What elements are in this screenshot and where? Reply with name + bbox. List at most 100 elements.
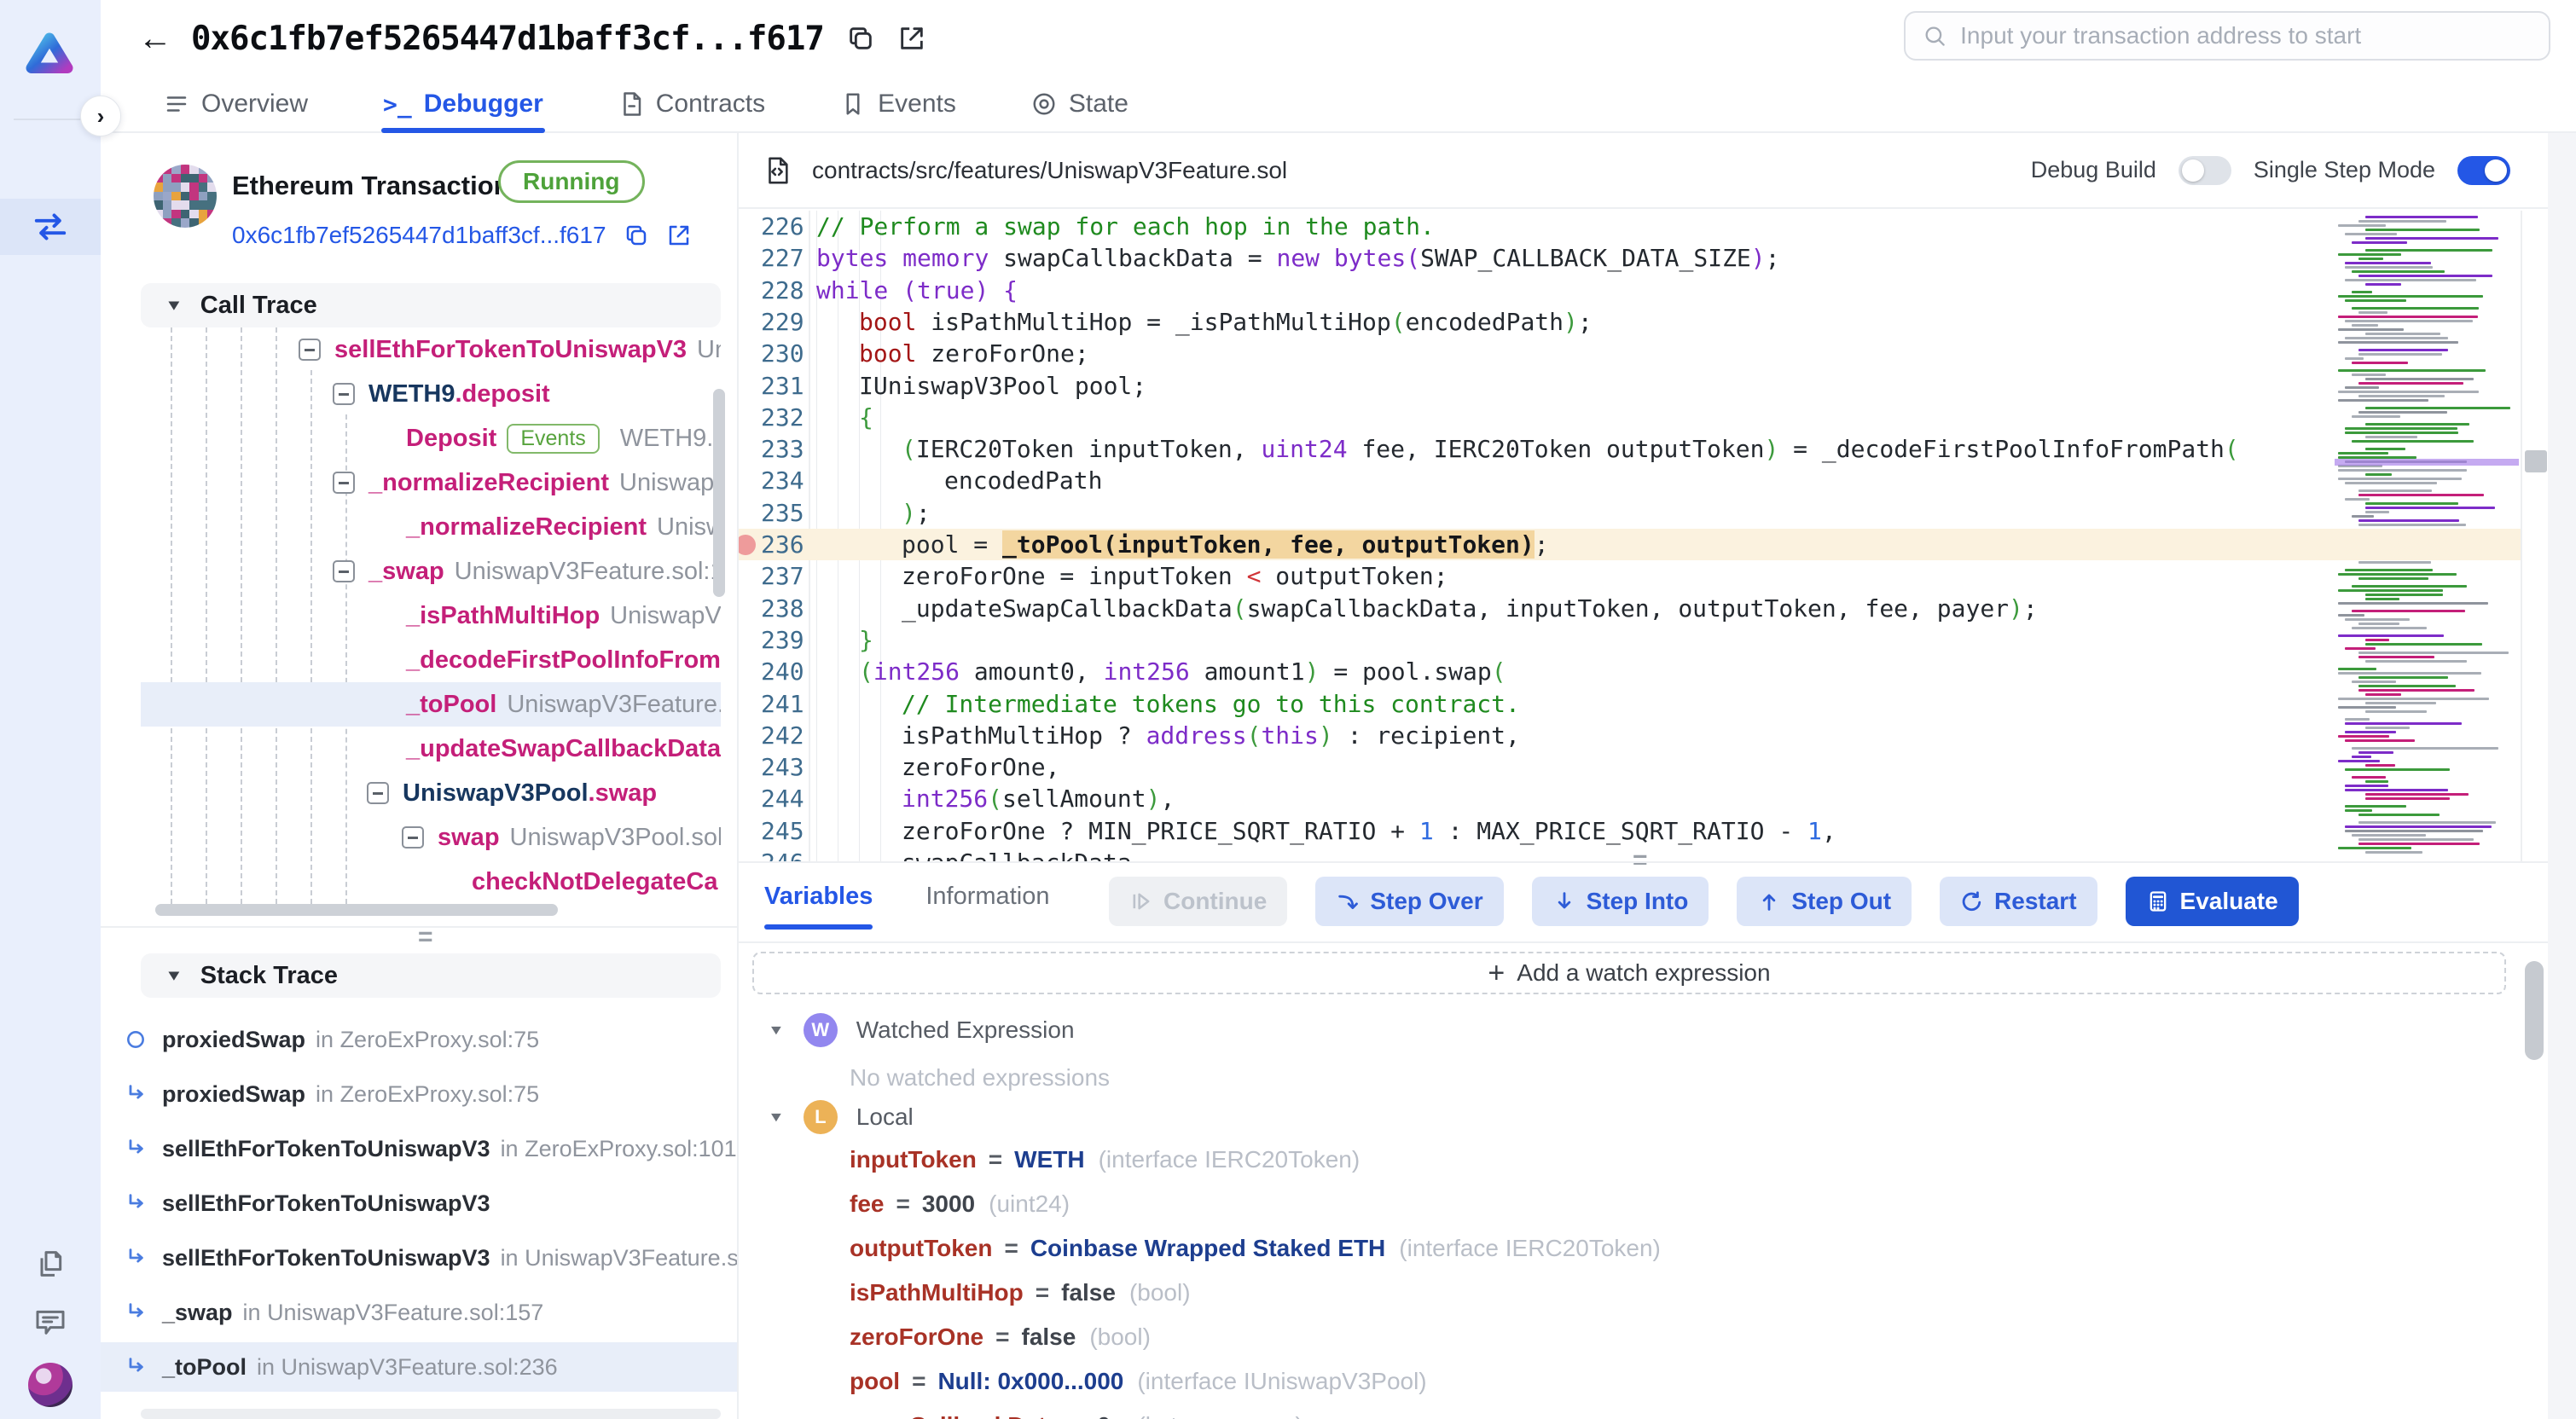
- line-number[interactable]: 228: [761, 276, 802, 304]
- variable-group-local[interactable]: ▼LLocal: [768, 1100, 914, 1134]
- line-number[interactable]: 227: [761, 244, 802, 272]
- call-trace-item[interactable]: _decodeFirstPoolInfoFromPa: [141, 638, 721, 682]
- line-number[interactable]: 241: [761, 690, 802, 718]
- line-number[interactable]: 238: [761, 594, 802, 623]
- code-line-234[interactable]: 234encodedPath: [739, 465, 2521, 496]
- transaction-search[interactable]: [1904, 11, 2550, 61]
- code-line-226[interactable]: 226// Perform a swap for each hop in the…: [739, 211, 2521, 242]
- sidebar-resize-handle[interactable]: =: [418, 923, 433, 952]
- code-line-231[interactable]: 231IUniswapV3Pool pool;: [739, 370, 2521, 402]
- sidebar-expand-button[interactable]: ›: [80, 96, 121, 136]
- stack-frame[interactable]: _swapin UniswapV3Feature.sol:157: [101, 1288, 739, 1337]
- call-trace-horizontal-scrollbar[interactable]: [155, 904, 558, 916]
- stack-frame[interactable]: proxiedSwapin ZeroExProxy.sol:75: [101, 1069, 739, 1119]
- stack-trace-header[interactable]: ▼ Stack Trace: [141, 953, 721, 998]
- collapse-box-icon[interactable]: [299, 339, 321, 361]
- line-number[interactable]: 243: [761, 753, 802, 781]
- external-link-icon[interactable]: [897, 24, 926, 53]
- search-input[interactable]: [1960, 22, 2532, 49]
- line-number[interactable]: 246: [761, 849, 802, 861]
- line-number[interactable]: 233: [761, 435, 802, 463]
- step-out-button[interactable]: Step Out: [1737, 877, 1912, 926]
- line-number[interactable]: 235: [761, 499, 802, 527]
- breakpoint-icon[interactable]: [739, 535, 756, 555]
- variable-row-outputToken[interactable]: outputToken=Coinbase Wrapped Staked ETH(…: [850, 1235, 1661, 1262]
- code-line-240[interactable]: 240(int256 amount0, int256 amount1) = po…: [739, 656, 2521, 687]
- call-trace-header[interactable]: ▼ Call Trace: [141, 283, 721, 327]
- call-trace-item[interactable]: sellEthForTokenToUniswapV3Unis: [141, 327, 721, 372]
- stack-trace-horizontal-scrollbar[interactable]: [141, 1409, 721, 1419]
- line-number[interactable]: 229: [761, 308, 802, 336]
- single-step-toggle[interactable]: [2457, 156, 2510, 185]
- tab-state[interactable]: State: [1031, 77, 1128, 131]
- user-avatar[interactable]: [28, 1363, 73, 1407]
- tab-overview[interactable]: Overview: [164, 77, 308, 131]
- collapse-box-icon[interactable]: [333, 472, 355, 494]
- call-trace-item[interactable]: _normalizeRecipientUniswa: [141, 505, 721, 549]
- tab-events[interactable]: Events: [840, 77, 956, 131]
- call-trace-item-selected[interactable]: _toPoolUniswapV3Feature.so: [141, 682, 721, 727]
- stack-frame[interactable]: sellEthForTokenToUniswapV3: [101, 1179, 739, 1228]
- line-number[interactable]: 245: [761, 817, 802, 845]
- app-logo-icon[interactable]: [24, 31, 75, 82]
- debug-tab-variables[interactable]: Variables: [764, 875, 873, 918]
- code-line-237[interactable]: 237zeroForOne = inputToken < outputToken…: [739, 560, 2521, 592]
- code-line-229[interactable]: 229bool isPathMultiHop = _isPathMultiHop…: [739, 306, 2521, 338]
- stack-frame[interactable]: proxiedSwapin ZeroExProxy.sol:75: [101, 1015, 739, 1064]
- code-line-244[interactable]: 244int256(sellAmount),: [739, 783, 2521, 814]
- line-number[interactable]: 237: [761, 562, 802, 590]
- tab-contracts[interactable]: Contracts: [618, 77, 765, 131]
- code-line-245[interactable]: 245zeroForOne ? MIN_PRICE_SQRT_RATIO + 1…: [739, 815, 2521, 847]
- line-number[interactable]: 234: [761, 466, 802, 495]
- stack-frame[interactable]: sellEthForTokenToUniswapV3in UniswapV3Fe…: [101, 1233, 739, 1283]
- line-number[interactable]: 231: [761, 372, 802, 400]
- variables-scrollbar[interactable]: [2525, 961, 2544, 1060]
- open-hash-icon[interactable]: [666, 223, 692, 248]
- call-trace-item[interactable]: _updateSwapCallbackDataU: [141, 727, 721, 771]
- collapse-box-icon[interactable]: [333, 560, 355, 582]
- step-over-button[interactable]: Step Over: [1315, 877, 1503, 926]
- code-line-246[interactable]: 246swapCallbackData: [739, 847, 2521, 861]
- collapse-box-icon[interactable]: [402, 826, 424, 849]
- transaction-hash-link[interactable]: 0x6c1fb7ef5265447d1baff3cf...f617: [232, 222, 606, 249]
- code-line-236[interactable]: 236pool = _toPool(inputToken, fee, outpu…: [739, 529, 2521, 560]
- copy-hash-icon[interactable]: [624, 223, 649, 248]
- code-line-242[interactable]: 242isPathMultiHop ? address(this) : reci…: [739, 720, 2521, 751]
- documents-icon[interactable]: [33, 1247, 67, 1281]
- line-number[interactable]: 244: [761, 785, 802, 813]
- variable-row-zeroForOne[interactable]: zeroForOne=false(bool): [850, 1323, 1151, 1351]
- call-trace-item[interactable]: _swapUniswapV3Feature.sol:157: [141, 549, 721, 594]
- line-number[interactable]: 240: [761, 657, 802, 686]
- variable-group-watched-expression[interactable]: ▼WWatched Expression: [768, 1013, 1075, 1047]
- collapse-box-icon[interactable]: [333, 383, 355, 405]
- code-line-232[interactable]: 232{: [739, 402, 2521, 433]
- code-line-243[interactable]: 243zeroForOne,: [739, 751, 2521, 783]
- line-number[interactable]: 226: [761, 212, 802, 240]
- debug-build-toggle[interactable]: [2179, 156, 2231, 185]
- code-line-233[interactable]: 233(IERC20Token inputToken, uint24 fee, …: [739, 433, 2521, 465]
- collapse-box-icon[interactable]: [367, 782, 389, 804]
- line-number[interactable]: 230: [761, 339, 802, 368]
- step-into-button[interactable]: Step Into: [1532, 877, 1709, 926]
- call-trace-item[interactable]: swapUniswapV3Pool.sol:5: [141, 815, 721, 860]
- code-line-235[interactable]: 235);: [739, 497, 2521, 529]
- call-trace-item[interactable]: _isPathMultiHopUniswapV3F: [141, 594, 721, 638]
- variable-row-fee[interactable]: fee=3000(uint24): [850, 1190, 1070, 1218]
- evaluate-button[interactable]: Evaluate: [2126, 877, 2299, 926]
- variable-row-pool[interactable]: pool=Null: 0x000...000(interface IUniswa…: [850, 1368, 1427, 1395]
- line-number[interactable]: 236: [761, 530, 802, 559]
- call-trace-vertical-scrollbar[interactable]: [713, 389, 725, 597]
- code-line-227[interactable]: 227bytes memory swapCallbackData = new b…: [739, 242, 2521, 274]
- restart-button[interactable]: Restart: [1940, 877, 2097, 926]
- line-number[interactable]: 239: [761, 626, 802, 654]
- debug-tab-information[interactable]: Information: [925, 875, 1049, 918]
- stack-frame[interactable]: sellEthForTokenToUniswapV3in ZeroExProxy…: [101, 1124, 739, 1173]
- code-line-238[interactable]: 238_updateSwapCallbackData(swapCallbackD…: [739, 593, 2521, 624]
- code-editor[interactable]: 226// Perform a swap for each hop in the…: [739, 211, 2548, 861]
- call-trace-item[interactable]: WETH9.deposit: [141, 372, 721, 416]
- add-watch-expression[interactable]: + Add a watch expression: [752, 952, 2506, 994]
- variable-row-inputToken[interactable]: inputToken=WETH(interface IERC20Token): [850, 1146, 1360, 1173]
- line-number[interactable]: 242: [761, 721, 802, 750]
- call-trace-item[interactable]: UniswapV3Pool.swap: [141, 771, 721, 815]
- stack-frame-selected[interactable]: _toPoolin UniswapV3Feature.sol:236: [101, 1342, 739, 1392]
